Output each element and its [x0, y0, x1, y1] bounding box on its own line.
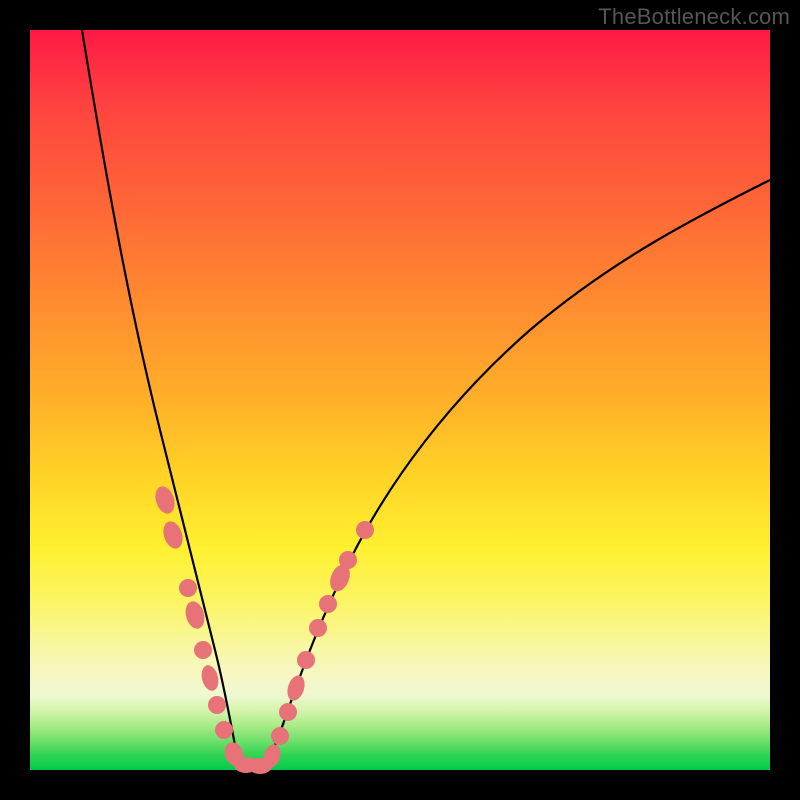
curve-left-branch [82, 30, 248, 768]
curve-right-branch [260, 180, 770, 769]
watermark-label: TheBottleneck.com [598, 4, 790, 30]
curve-svg [30, 30, 770, 770]
chart-frame: TheBottleneck.com [0, 0, 800, 800]
plot-area [30, 30, 770, 770]
